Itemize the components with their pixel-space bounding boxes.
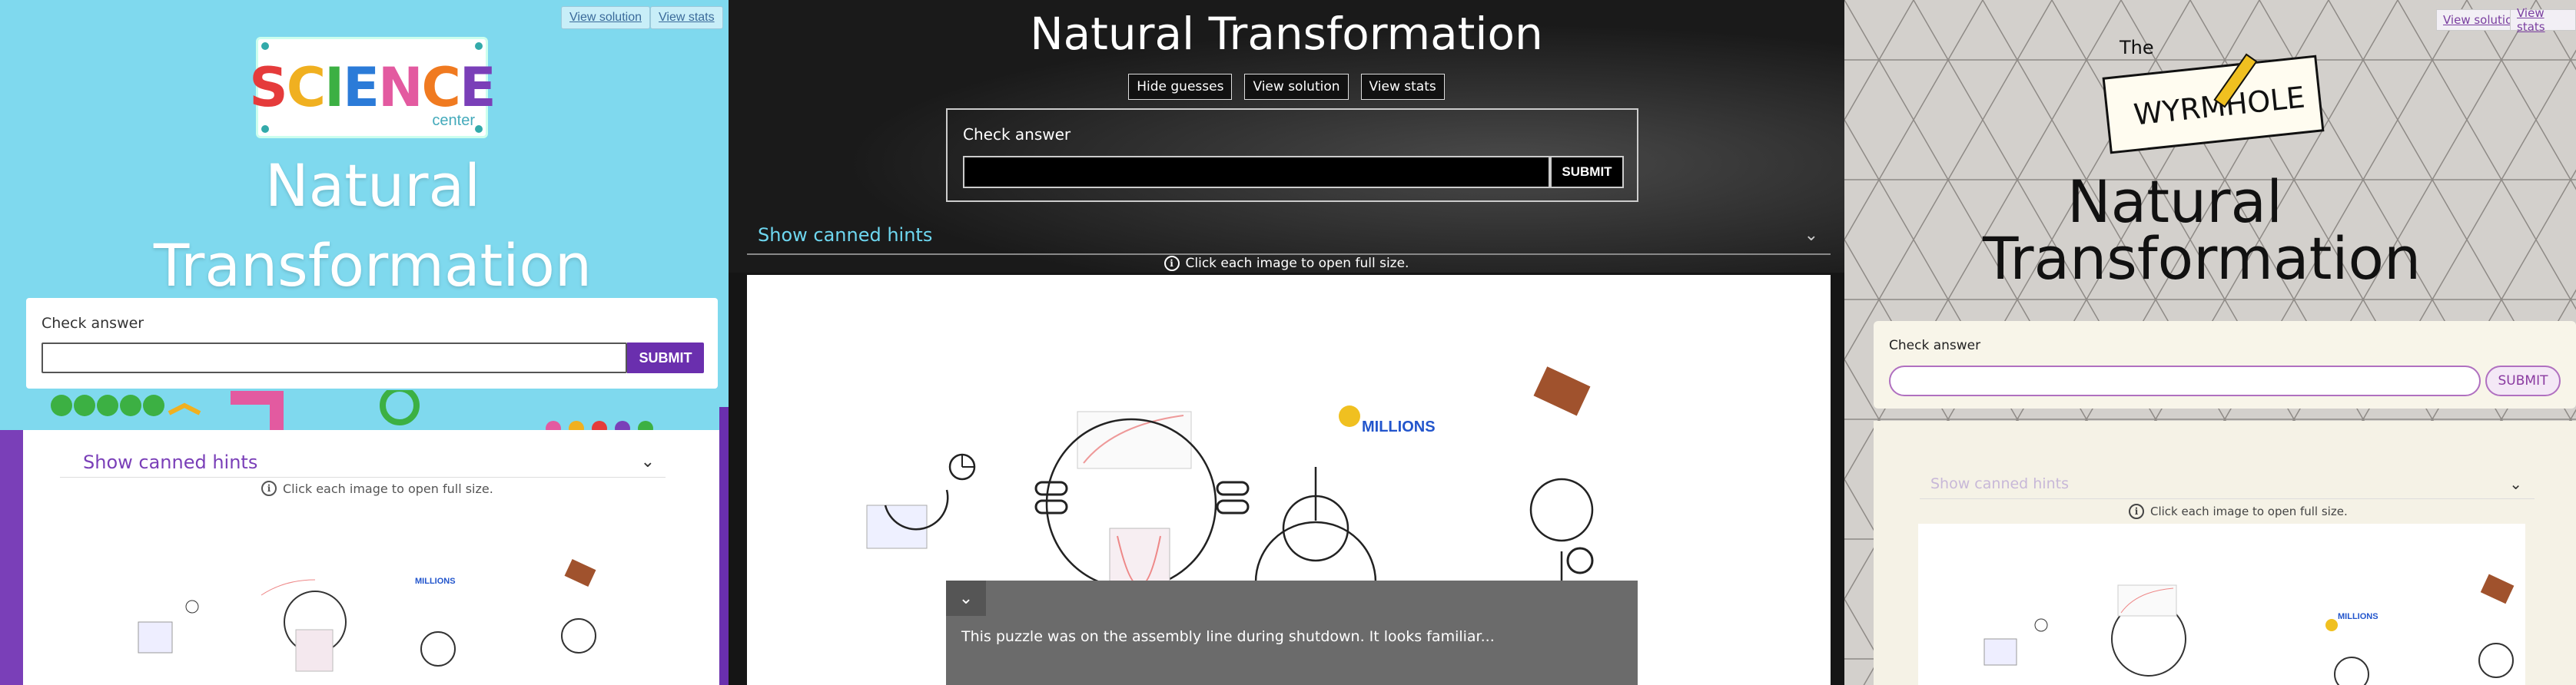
millions-logo: MILLIONS — [1362, 419, 1436, 435]
view-solution-button[interactable]: View solution — [561, 6, 650, 29]
chevron-down-icon: ⌄ — [2509, 474, 2522, 493]
check-answer-label: Check answer — [41, 315, 144, 332]
science-center-logo: SCIENCE center — [249, 37, 496, 138]
click-images-note: i Click each image to open full size. — [261, 481, 493, 496]
puzzle-image-area: MILLIONS — [1918, 524, 2525, 685]
logo-corner — [475, 125, 483, 133]
popup-text: This puzzle was on the assembly line dur… — [961, 628, 1495, 645]
toolbar: Hide guesses View solution View stats — [729, 74, 1844, 100]
click-images-note: i Click each image to open full size. — [729, 256, 1844, 271]
view-stats-button[interactable]: View stats — [650, 6, 723, 29]
title-line: Transformation — [153, 231, 593, 299]
check-answer-label: Check answer — [963, 125, 1071, 144]
hints-label: Show canned hints — [1930, 475, 2069, 492]
title-line: Transformation — [1983, 224, 2422, 293]
science-center-panel: View solution View stats SCIENCE center … — [0, 0, 729, 685]
view-stats-button[interactable]: View stats — [2510, 6, 2576, 34]
decorative-shapes — [51, 390, 653, 436]
hints-label: Show canned hints — [83, 451, 258, 473]
logo-corner — [261, 125, 269, 133]
wyrmhole-panel: View solution View stats The WYRMHOLE Na… — [1844, 0, 2576, 685]
submit-button[interactable]: SUBMIT — [627, 342, 704, 373]
wyrmhole-logo: The WYRMHOLE — [2102, 37, 2325, 160]
side-decoration — [0, 430, 23, 685]
view-solution-button[interactable]: View solution — [1244, 74, 1349, 100]
note-text: Click each image to open full size. — [283, 481, 493, 496]
view-stats-button[interactable]: View stats — [1360, 74, 1445, 100]
check-answer-card: Check answer SUBMIT — [1874, 321, 2576, 409]
puzzle-images[interactable]: MILLIONS — [131, 553, 622, 685]
click-images-note: i Click each image to open full size. — [2129, 504, 2348, 519]
answer-input[interactable] — [963, 156, 1550, 188]
check-answer-card: Check answer SUBMIT — [946, 108, 1638, 202]
millions-logo: MILLIONS — [415, 577, 456, 586]
answer-input[interactable] — [1889, 366, 2481, 396]
side-decoration — [719, 407, 729, 685]
title-line: Natural — [264, 151, 481, 220]
image-graph-small — [866, 453, 976, 549]
note-text: Click each image to open full size. — [1185, 256, 1409, 271]
info-icon: i — [2129, 504, 2144, 519]
check-answer-card: Check answer SUBMIT — [26, 298, 718, 389]
show-canned-hints-toggle[interactable]: Show canned hints ⌄ — [60, 447, 666, 478]
info-icon: i — [1164, 256, 1180, 271]
logo-sub: center — [432, 112, 475, 129]
puzzle-diagram[interactable]: MILLIONS — [1918, 524, 2525, 685]
page-title: Natural Transformation — [1983, 167, 2422, 293]
info-icon: i — [261, 481, 277, 496]
show-canned-hints-toggle[interactable]: Show canned hints ⌄ — [747, 217, 1831, 255]
answer-input[interactable] — [41, 342, 627, 373]
flavor-popup: ⌄ This puzzle was on the assembly line d… — [946, 581, 1638, 685]
submit-button[interactable]: SUBMIT — [1550, 156, 1624, 188]
page-title: Natural Transformation — [1030, 8, 1543, 60]
show-canned-hints-toggle[interactable]: Show canned hints ⌄ — [1920, 468, 2535, 499]
check-answer-label: Check answer — [1889, 338, 1981, 353]
chevron-down-icon: ⌄ — [640, 452, 655, 472]
title-line: Natural — [2066, 167, 2283, 236]
logo-corner — [475, 42, 483, 50]
submit-button[interactable]: SUBMIT — [2485, 366, 2561, 396]
note-text: Click each image to open full size. — [2150, 505, 2348, 518]
chevron-down-icon: ⌄ — [1804, 225, 1818, 245]
popup-toggle-button[interactable]: ⌄ — [946, 581, 986, 616]
hints-label: Show canned hints — [758, 224, 933, 246]
image-graph-center — [1034, 411, 1250, 594]
logo-word: SCIENCE — [249, 56, 496, 119]
dark-panel: Natural Transformation Hide guesses View… — [729, 0, 1844, 685]
hide-guesses-button[interactable]: Hide guesses — [1128, 74, 1233, 100]
logo-corner — [261, 42, 269, 50]
millions-logo: MILLIONS — [2338, 612, 2378, 621]
logo-small-text: The — [2120, 37, 2154, 58]
page-title: Natural Transformation — [115, 146, 630, 306]
